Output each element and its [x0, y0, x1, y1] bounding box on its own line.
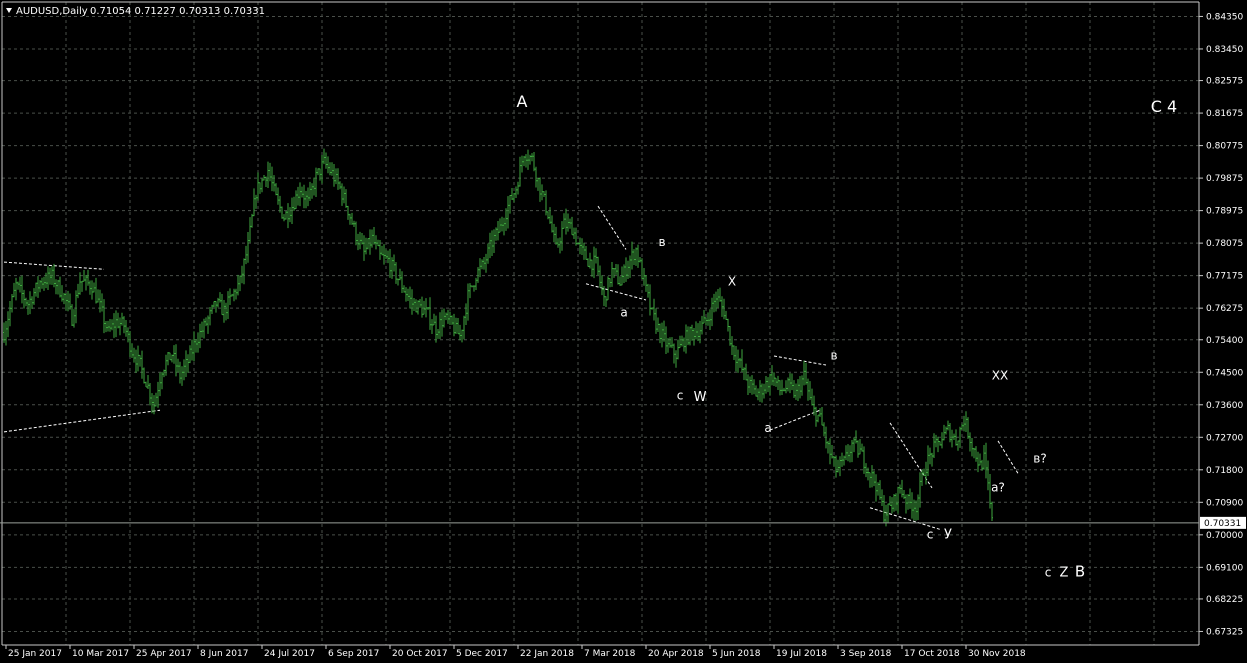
- price-tick-label: 0.80775: [1206, 142, 1243, 152]
- wave-label: У: [944, 527, 952, 542]
- price-tick-label: 0.68225: [1206, 595, 1243, 605]
- wave-label: W: [694, 390, 707, 405]
- price-chart[interactable]: AваXc WваXXв?а?c Уc Z BC 4 0.843500.834500.8…: [0, 0, 1247, 663]
- chart-header: AUDUSD,Daily 0.71054 0.71227 0.70313 0.7…: [6, 6, 265, 17]
- price-tick-label: 0.76275: [1206, 304, 1243, 314]
- time-tick-label: 5 Dec 2017: [456, 649, 508, 659]
- chart-background: [0, 0, 1247, 663]
- time-tick-label: 20 Oct 2017: [392, 649, 448, 659]
- wave-label: в: [658, 235, 665, 249]
- wave-label: а: [764, 421, 771, 435]
- time-tick-label: 8 Jun 2017: [200, 649, 248, 659]
- wave-label: c: [677, 388, 684, 402]
- price-tick-label: 0.70000: [1206, 531, 1243, 541]
- price-tick-label: 0.69100: [1206, 563, 1243, 573]
- time-tick-label: 25 Apr 2017: [136, 649, 192, 659]
- price-tick-label: 0.78975: [1206, 207, 1243, 217]
- time-tick-label: 30 Nov 2018: [968, 649, 1026, 659]
- price-tick-label: 0.74500: [1206, 368, 1243, 378]
- symbol-label: AUDUSD,Daily: [16, 6, 88, 17]
- wave-label: C 4: [1151, 97, 1177, 116]
- ohlc-values: 0.71054 0.71227 0.70313 0.70331: [90, 6, 265, 17]
- price-tick-label: 0.72700: [1206, 433, 1243, 443]
- time-tick-label: 5 Jun 2018: [712, 649, 761, 659]
- price-tick-label: 0.73600: [1206, 401, 1243, 411]
- wave-label: B: [1075, 562, 1085, 580]
- time-tick-label: 20 Apr 2018: [648, 649, 704, 659]
- price-tick-label: 0.79875: [1206, 174, 1243, 184]
- wave-label: в?: [1033, 452, 1046, 466]
- price-tick-label: 0.77175: [1206, 272, 1243, 282]
- wave-label: X: [728, 275, 736, 289]
- wave-label: а: [620, 305, 627, 319]
- wave-label: c: [1045, 565, 1052, 579]
- wave-label: Z: [1060, 565, 1069, 580]
- wave-label: c: [927, 527, 934, 541]
- time-tick-label: 22 Jan 2018: [520, 649, 574, 659]
- time-tick-label: 17 Oct 2018: [904, 649, 960, 659]
- wave-label: XX: [992, 368, 1008, 382]
- price-tick-label: 0.71800: [1206, 466, 1243, 476]
- price-tick-label: 0.82575: [1206, 77, 1243, 87]
- current-price-label: 0.70331: [1204, 519, 1241, 529]
- time-tick-label: 25 Jan 2017: [8, 649, 62, 659]
- price-tick-label: 0.67325: [1206, 627, 1243, 637]
- time-tick-label: 19 Jul 2018: [776, 649, 827, 659]
- price-tick-label: 0.70900: [1206, 498, 1243, 508]
- time-tick-label: 6 Sep 2017: [328, 649, 379, 659]
- time-tick-label: 7 Mar 2018: [584, 649, 636, 659]
- time-tick-label: 24 Jul 2017: [264, 649, 315, 659]
- wave-label: A: [517, 92, 528, 111]
- time-tick-label: 3 Sep 2018: [840, 649, 892, 659]
- time-tick-label: 10 Mar 2017: [72, 649, 129, 659]
- price-tick-label: 0.75400: [1206, 336, 1243, 346]
- price-tick-label: 0.84350: [1206, 12, 1243, 22]
- price-tick-label: 0.81675: [1206, 109, 1243, 119]
- wave-label: а?: [991, 480, 1005, 494]
- price-tick-label: 0.83450: [1206, 45, 1243, 55]
- price-tick-label: 0.78075: [1206, 239, 1243, 249]
- wave-label: в: [830, 349, 837, 363]
